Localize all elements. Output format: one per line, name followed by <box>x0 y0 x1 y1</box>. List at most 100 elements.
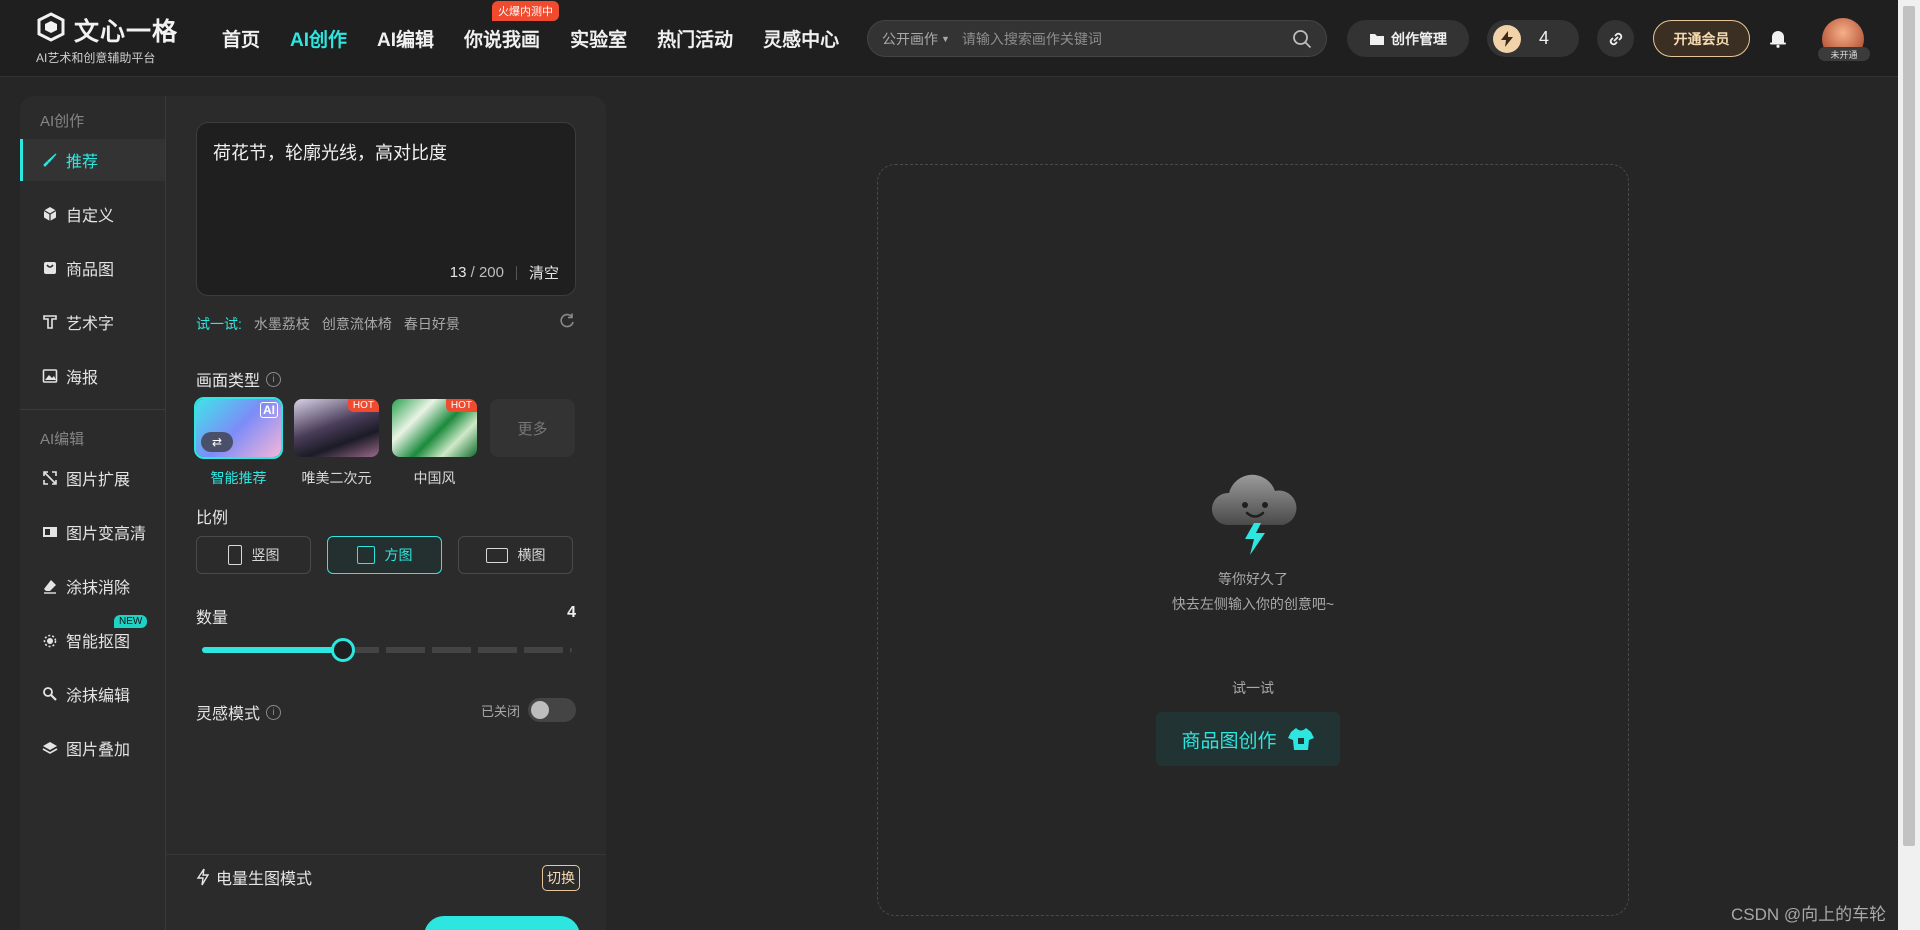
cube-icon <box>43 207 57 221</box>
swap-icon: ⇄ <box>201 432 233 452</box>
vip-button[interactable]: 开通会员 <box>1653 20 1750 57</box>
try-chip[interactable]: 水墨荔枝 <box>254 314 310 334</box>
try-chip[interactable]: 创意流体椅 <box>322 314 392 334</box>
clear-button[interactable]: 清空 <box>529 262 559 283</box>
credits-count: 4 <box>1539 28 1550 48</box>
sidebar-item-label: 自定义 <box>66 208 115 225</box>
sidebar-item-label: 商品图 <box>66 262 115 279</box>
creation-manage-button[interactable]: 创作管理 <box>1347 20 1469 57</box>
prompt-input[interactable]: 荷花节，轮廓光线，高对比度 13 / 200 清空 <box>196 122 576 296</box>
inspiration-section-label: 灵感模式 i <box>196 700 282 724</box>
style-option-smart[interactable]: AI ⇄ 智能推荐 <box>194 397 283 488</box>
sidebar-item-label: 图片变高清 <box>66 526 147 543</box>
ratio-square-button[interactable]: 方图 <box>327 536 442 574</box>
ratio-portrait-button[interactable]: 竖图 <box>196 536 311 574</box>
hd-icon <box>43 527 57 537</box>
refresh-icon[interactable] <box>558 312 576 330</box>
info-icon[interactable]: i <box>266 704 282 720</box>
nav-you-say-i-draw[interactable]: 你说我画 火爆内测中 <box>464 1 560 52</box>
product-image-create-button[interactable]: 商品图创作 <box>1156 712 1340 766</box>
sidebar-item-erase[interactable]: 涂抹消除 <box>20 565 165 607</box>
info-icon[interactable]: i <box>266 371 282 387</box>
ratio-label: 竖图 <box>251 547 280 563</box>
beta-badge: 火爆内测中 <box>492 1 560 21</box>
portrait-icon <box>227 545 242 565</box>
layers-icon <box>42 742 58 754</box>
folder-icon <box>1370 33 1384 45</box>
slider-handle[interactable] <box>330 638 355 662</box>
shirt-icon <box>1287 728 1314 750</box>
logo-icon <box>37 12 65 42</box>
paint-edit-icon <box>43 687 57 701</box>
inspiration-toggle-wrap: 已关闭 <box>481 698 576 722</box>
style-option-chinese[interactable]: HOT 中国风 <box>392 399 477 488</box>
sidebar-item-cutout[interactable]: 智能抠图 NEW <box>20 615 165 661</box>
sidebar-item-product[interactable]: 商品图 <box>20 247 165 289</box>
quantity-slider[interactable] <box>202 638 572 662</box>
empty-state-title: 等你好久了 <box>1218 571 1288 587</box>
result-canvas: 等你好久了 快去左侧输入你的创意吧~ 试一试 商品图创作 <box>877 164 1629 916</box>
ratio-options: 竖图 方图 横图 <box>196 536 573 574</box>
nav-ai-create[interactable]: AI创作 <box>290 25 347 52</box>
nav-label: 你说我画 <box>464 30 541 51</box>
sidebar-item-art-text[interactable]: 艺术字 <box>20 301 165 343</box>
search-icon[interactable] <box>1292 29 1312 49</box>
quantity-label: 数量 <box>196 610 229 627</box>
search-input[interactable] <box>961 30 1292 47</box>
style-options: AI ⇄ 智能推荐 HOT 唯美二次元 HOT 中国风 更多 <box>194 397 575 488</box>
ratio-label: 横图 <box>517 547 546 563</box>
hot-badge: HOT <box>445 399 477 412</box>
sidebar-item-label: 艺术字 <box>66 316 115 333</box>
generate-button[interactable] <box>424 916 580 930</box>
inspiration-state: 已关闭 <box>480 703 520 719</box>
brand-name: 文心一格 <box>74 18 179 46</box>
sidebar-item-custom[interactable]: 自定义 <box>20 193 165 235</box>
power-mode-label: 电量生图模式 <box>216 870 313 888</box>
csdn-watermark: CSDN @向上的车轮 <box>1731 905 1887 924</box>
sidebar-section-create: AI创作 <box>40 113 85 130</box>
slider-fill <box>202 647 343 653</box>
toggle-knob <box>531 701 549 719</box>
style-name: 唯美二次元 <box>301 470 372 486</box>
sidebar-item-label: 涂抹编辑 <box>66 688 131 705</box>
prompt-text[interactable]: 荷花节，轮廓光线，高对比度 <box>213 139 447 165</box>
logo[interactable]: 文心一格 AI艺术和创意辅助平台 <box>36 12 186 65</box>
nav-ai-edit[interactable]: AI编辑 <box>377 25 434 52</box>
char-count-current: 13 <box>449 264 467 281</box>
sidebar-item-label: 图片叠加 <box>66 742 131 759</box>
scrollbar-thumb[interactable] <box>1903 6 1915 846</box>
text-art-icon <box>43 315 57 329</box>
switch-mode-button[interactable]: 切换 <box>542 865 580 891</box>
landscape-icon <box>485 547 508 563</box>
sidebar-item-hd[interactable]: 图片变高清 <box>20 511 165 553</box>
sidebar-item-label: 图片扩展 <box>66 472 131 489</box>
inspiration-toggle[interactable] <box>528 698 576 722</box>
sidebar-item-expand[interactable]: 图片扩展 <box>20 457 165 499</box>
bell-icon[interactable] <box>1768 28 1788 48</box>
sidebar-item-label: 海报 <box>66 370 99 387</box>
more-styles-button: 更多 <box>490 399 575 457</box>
canvas-try-label: 试一试 <box>1232 680 1274 696</box>
page-scrollbar[interactable] <box>1898 0 1920 930</box>
nav-inspiration[interactable]: 灵感中心 <box>763 25 839 52</box>
search-scope-select[interactable]: 公开画作 ▼ <box>882 29 950 49</box>
quantity-value: 4 <box>567 604 576 621</box>
nav-home[interactable]: 首页 <box>222 25 260 52</box>
ratio-landscape-button[interactable]: 横图 <box>458 536 573 574</box>
try-chip[interactable]: 春日好景 <box>404 314 460 334</box>
style-thumb: AI ⇄ <box>194 397 283 459</box>
sidebar-item-recommend[interactable]: 推荐 <box>20 139 165 181</box>
sidebar-item-poster[interactable]: 海报 <box>20 355 165 397</box>
square-icon <box>356 546 375 564</box>
style-option-anime[interactable]: HOT 唯美二次元 <box>294 399 379 488</box>
nav-events[interactable]: 热门活动 <box>657 25 733 52</box>
hot-badge: HOT <box>347 399 379 412</box>
link-button[interactable] <box>1597 20 1634 57</box>
credits-button[interactable]: 4 <box>1487 20 1579 57</box>
sidebar-item-overlay[interactable]: 图片叠加 <box>20 727 165 769</box>
nav-lab[interactable]: 实验室 <box>570 25 627 52</box>
sidebar-item-paint-edit[interactable]: 涂抹编辑 <box>20 673 165 715</box>
ai-badge: AI <box>260 402 278 418</box>
brand-tagline: AI艺术和创意辅助平台 <box>36 51 156 65</box>
style-option-more[interactable]: 更多 <box>490 399 575 488</box>
